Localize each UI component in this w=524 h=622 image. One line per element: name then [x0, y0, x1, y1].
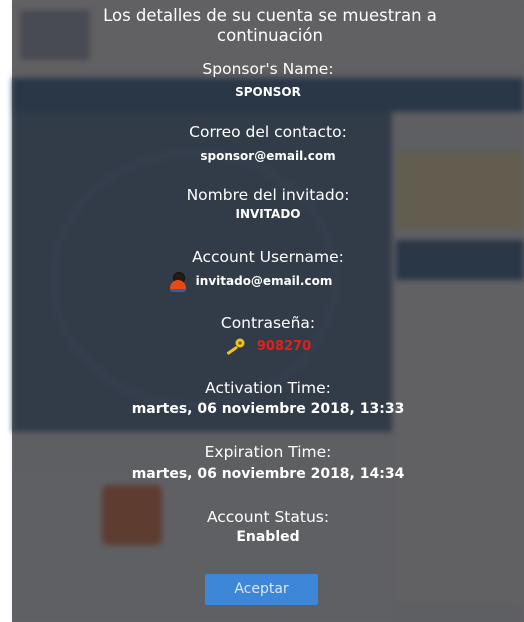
- password-row: 908270: [12, 335, 524, 357]
- expiration-time-value: martes, 06 noviembre 2018, 14:34: [131, 466, 405, 482]
- contact-email-value: sponsor@email.com: [200, 149, 336, 163]
- guest-name-value: INVITADO: [235, 207, 301, 221]
- account-status-label: Account Status:: [206, 508, 330, 526]
- user-avatar-icon: [169, 272, 186, 292]
- username-row: invitado@email.com: [12, 270, 524, 292]
- accept-button[interactable]: Aceptar: [205, 574, 318, 605]
- account-status-value: Enabled: [236, 529, 300, 545]
- activation-time-value: martes, 06 noviembre 2018, 13:33: [131, 401, 405, 417]
- dialog-title: Los detalles de su cuenta se muestran a …: [103, 6, 437, 45]
- expiration-time-label: Expiration Time:: [204, 443, 332, 461]
- username-value: invitado@email.com: [195, 274, 333, 288]
- password-label: Contraseña:: [220, 314, 316, 332]
- activation-time-label: Activation Time:: [205, 379, 331, 397]
- sponsor-name-label: Sponsor's Name:: [202, 60, 334, 78]
- username-label: Account Username:: [192, 248, 344, 266]
- password-value: 908270: [256, 338, 312, 354]
- key-icon: [225, 337, 247, 355]
- account-details-dialog: Los detalles de su cuenta se muestran a …: [12, 0, 524, 622]
- contact-email-label: Correo del contacto:: [189, 123, 347, 141]
- sponsor-name-value: SPONSOR: [235, 85, 301, 99]
- guest-name-label: Nombre del invitado:: [186, 186, 350, 204]
